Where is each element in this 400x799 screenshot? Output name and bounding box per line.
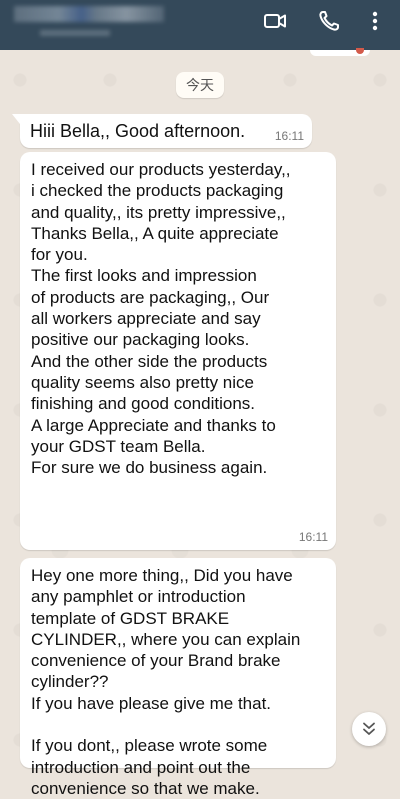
- message-line: convenience of your Brand brake: [31, 651, 281, 671]
- contact-name-blurred[interactable]: [14, 6, 164, 22]
- chat-header: [0, 0, 400, 50]
- contact-status-blurred: [40, 30, 110, 36]
- message-line: quality seems also pretty nice: [31, 372, 254, 392]
- message-line: And the other side the products: [31, 351, 268, 371]
- chat-area[interactable]: 今天 Hiii Bella,, Good afternoon. 16:11 I …: [0, 48, 400, 798]
- message-line: any pamphlet or introduction: [31, 587, 246, 607]
- message-line: A large Appreciate and thanks to: [31, 415, 276, 435]
- message-text: Hey one more thing,, Did you have any pa…: [31, 565, 300, 799]
- message-time: 16:11: [274, 129, 304, 143]
- previous-message-edge: [310, 48, 370, 56]
- message-line: If you dont,, please wrote some: [31, 736, 268, 756]
- message-text: Hiii Bella,, Good afternoon.: [30, 121, 246, 141]
- message-line: i checked the products packaging: [31, 181, 284, 201]
- message-line: The first looks and impression: [31, 266, 257, 286]
- message-line: Thanks Bella,, A quite appreciate: [31, 223, 279, 243]
- message-line: your GDST team Bella.: [31, 436, 206, 456]
- more-options-icon[interactable]: [362, 8, 388, 34]
- message-line: cylinder??: [31, 672, 109, 692]
- message-bubble[interactable]: Hiii Bella,, Good afternoon. 16:11: [12, 114, 312, 148]
- message-line: For sure we do business again.: [31, 458, 268, 478]
- message-line: template of GDST BRAKE: [31, 608, 230, 628]
- message-line: all workers appreciate and say: [31, 309, 261, 329]
- message-line: Hey one more thing,, Did you have: [31, 566, 293, 585]
- message-bubble[interactable]: Hey one more thing,, Did you have any pa…: [20, 558, 336, 798]
- voice-call-icon[interactable]: [316, 8, 342, 34]
- message-line: of products are packaging,, Our: [31, 287, 270, 307]
- message-time: 16:11: [298, 530, 328, 544]
- message-line: finishing and good conditions.: [31, 394, 255, 414]
- message-text: I received our products yesterday,, i ch…: [31, 159, 291, 478]
- date-divider: 今天: [176, 72, 224, 98]
- message-line: and quality,, its pretty impressive,,: [31, 202, 286, 222]
- message-line: positive our packaging looks.: [31, 330, 250, 350]
- video-call-icon[interactable]: [262, 8, 288, 34]
- message-line: for you.: [31, 245, 88, 265]
- message-bubble[interactable]: I received our products yesterday,, i ch…: [20, 152, 336, 550]
- message-line: If you have please give me that.: [31, 693, 272, 713]
- message-line: [31, 714, 300, 735]
- message-line: introduction and point out the: [31, 757, 251, 777]
- message-line: convenience so that we make.: [31, 778, 260, 798]
- scroll-to-bottom-button[interactable]: [352, 712, 386, 746]
- message-line: CYLINDER,, where you can explain: [31, 629, 301, 649]
- message-line: I received our products yesterday,,: [31, 160, 291, 179]
